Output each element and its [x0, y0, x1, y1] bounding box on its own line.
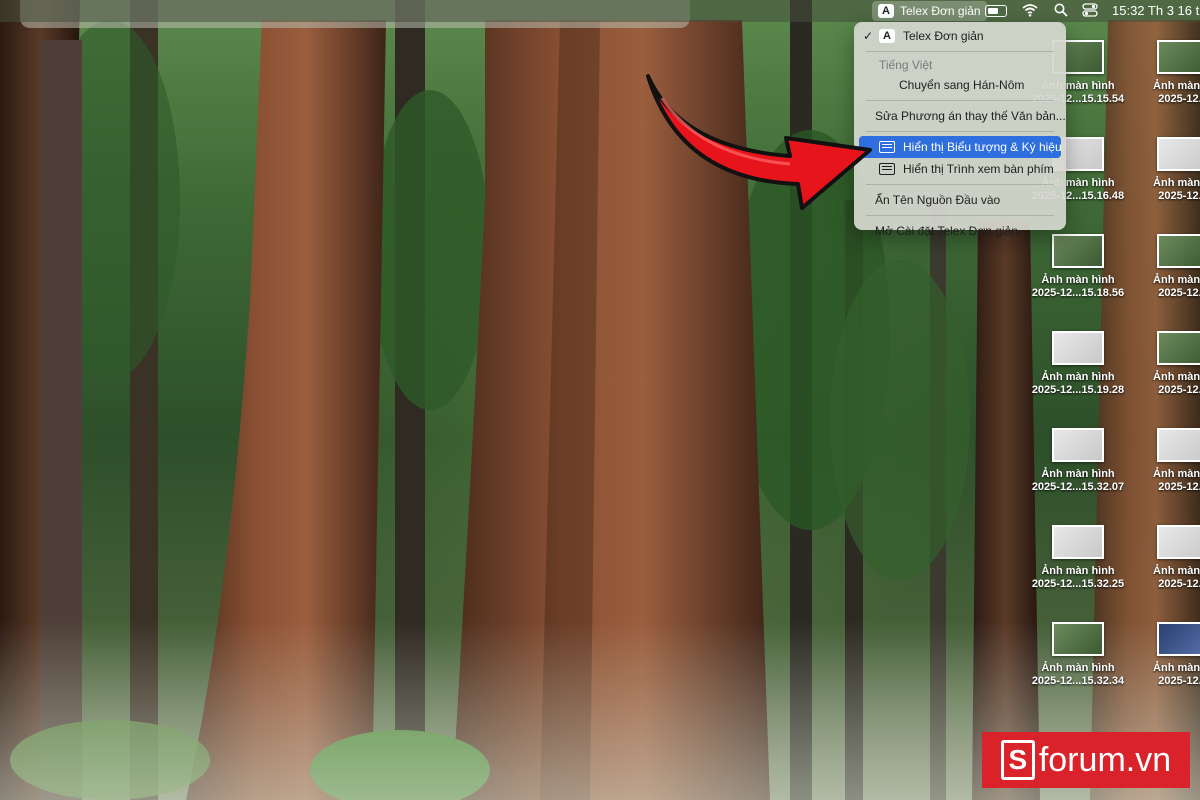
- file-name-line1: Ảnh màn hình: [1041, 565, 1115, 577]
- checkmark-icon: ✓: [863, 29, 874, 43]
- file-name-line2: 2025-12...: [1158, 190, 1200, 202]
- file-name-line1: Ảnh màn hì: [1153, 371, 1200, 383]
- menu-item-label: Hiển thị Biểu tượng & Ký hiệu: [903, 140, 1062, 154]
- file-thumbnail: [1052, 525, 1104, 559]
- keyboard-icon: [879, 162, 895, 175]
- menu-separator: [866, 51, 1054, 52]
- file-thumbnail: [1157, 525, 1200, 559]
- desktop-file-screenshot[interactable]: Ảnh màn hình 2025-12...15.19.28: [1023, 331, 1133, 397]
- annotation-arrow: [646, 74, 872, 210]
- file-thumbnail: [1052, 622, 1104, 656]
- file-thumbnail: [1052, 428, 1104, 462]
- file-name-line2: 2025-12...: [1158, 675, 1200, 687]
- file-name-line1: Ảnh màn hình: [1041, 274, 1115, 286]
- desktop-file-screenshot[interactable]: Ảnh màn hì 2025-12...: [1128, 525, 1200, 591]
- menubar-clock[interactable]: 15:32 Th 3 16 th: [1112, 3, 1200, 18]
- battery-icon[interactable]: [985, 5, 1007, 17]
- file-name-line2: 2025-12...: [1158, 384, 1200, 396]
- file-thumbnail: [1157, 622, 1200, 656]
- file-name-line2: 2025-12...15.32.07: [1031, 481, 1125, 493]
- file-thumbnail: [1157, 331, 1200, 365]
- input-source-dropdown-menu: ✓ A Telex Đơn giản Tiếng Việt Chuyển sang…: [854, 22, 1066, 238]
- desktop-file-screenshot[interactable]: Ảnh màn hình 2025-12...15.18.56: [1023, 234, 1133, 300]
- desktop-file-screenshot[interactable]: Ảnh màn hì 2025-12...: [1128, 622, 1200, 688]
- file-thumbnail: [1157, 428, 1200, 462]
- file-name-line2: 2025-12...15.19.28: [1031, 384, 1125, 396]
- file-name-line1: Ảnh màn hình: [1041, 662, 1115, 674]
- file-name-line2: 2025-12...: [1158, 481, 1200, 493]
- menu-bar: A Telex Đơn giản 15:32 Th 3 16 th: [0, 0, 1200, 22]
- menu-separator: [866, 184, 1054, 185]
- desktop-file-screenshot[interactable]: Ảnh màn hì 2025-12...: [1128, 137, 1200, 203]
- desktop-file-screenshot[interactable]: Ảnh màn hì 2025-12...: [1128, 428, 1200, 494]
- desktop-file-screenshot[interactable]: Ảnh màn hì 2025-12...: [1128, 40, 1200, 106]
- file-name-line2: 2025-12...15.32.34: [1031, 675, 1125, 687]
- menu-item-label: Telex Đơn giản: [903, 29, 984, 43]
- menu-item-label: Hiển thị Trình xem bàn phím: [903, 162, 1054, 176]
- menu-item-open-settings[interactable]: Mở Cài đặt Telex Đơn giản...: [859, 220, 1061, 242]
- input-source-badge: A: [878, 4, 894, 18]
- menu-section-header: Tiếng Việt: [879, 58, 933, 72]
- emoji-viewer-icon: [879, 140, 895, 153]
- file-name-line1: Ảnh màn hì: [1153, 468, 1200, 480]
- file-name-line1: Ảnh màn hì: [1153, 274, 1200, 286]
- menu-item-edit-text-substitutions[interactable]: Sửa Phương án thay thế Văn bản...: [859, 105, 1066, 127]
- file-name-line1: Ảnh màn hì: [1153, 80, 1200, 92]
- desktop-file-screenshot[interactable]: Ảnh màn hình 2025-12...15.32.07: [1023, 428, 1133, 494]
- file-name-line1: Ảnh màn hì: [1153, 177, 1200, 189]
- input-source-menu-extra[interactable]: A Telex Đơn giản: [872, 1, 987, 21]
- menu-item-hide-input-source-name[interactable]: Ẩn Tên Nguồn Đầu vào: [859, 189, 1061, 211]
- file-name-line2: 2025-12...: [1158, 287, 1200, 299]
- input-source-badge: A: [879, 28, 895, 43]
- file-name-line1: Ảnh màn hình: [1041, 468, 1115, 480]
- file-name-line1: Ảnh màn hì: [1153, 662, 1200, 674]
- desktop-file-screenshot[interactable]: Ảnh màn hình 2025-12...15.32.25: [1023, 525, 1133, 591]
- menu-separator: [866, 215, 1054, 216]
- file-thumbnail: [1052, 331, 1104, 365]
- file-name-line2: 2025-12...15.18.56: [1031, 287, 1125, 299]
- desktop-file-screenshot[interactable]: Ảnh màn hì 2025-12...: [1128, 234, 1200, 300]
- file-name-line2: 2025-12...: [1158, 578, 1200, 590]
- file-thumbnail: [1157, 234, 1200, 268]
- desktop-file-screenshot[interactable]: Ảnh màn hì 2025-12...: [1128, 331, 1200, 397]
- control-center-icon[interactable]: [1082, 3, 1098, 17]
- file-thumbnail: [1157, 40, 1200, 74]
- wifi-icon[interactable]: [1022, 3, 1038, 17]
- menu-separator: [866, 131, 1054, 132]
- file-name-line2: 2025-12...15.32.25: [1031, 578, 1125, 590]
- desktop-file-screenshot[interactable]: Ảnh màn hình 2025-12...15.32.34: [1023, 622, 1133, 688]
- menu-item-convert-han-nom[interactable]: Chuyển sang Hán-Nôm: [859, 74, 1061, 96]
- watermark-logo-letter: S: [1000, 740, 1035, 780]
- file-thumbnail: [1157, 137, 1200, 171]
- search-icon[interactable]: [1054, 3, 1068, 17]
- menu-item-show-keyboard-viewer[interactable]: Hiển thị Trình xem bàn phím: [859, 158, 1061, 180]
- menu-item-telex-simple[interactable]: ✓ A Telex Đơn giản: [859, 25, 1061, 47]
- input-source-label: Telex Đơn giản: [900, 4, 981, 18]
- file-name-line2: 2025-12...: [1158, 93, 1200, 105]
- file-name-line1: Ảnh màn hình: [1041, 371, 1115, 383]
- watermark-text: forum.vn: [1038, 740, 1172, 779]
- menu-separator: [866, 100, 1054, 101]
- menu-item-show-emoji-symbols[interactable]: Hiển thị Biểu tượng & Ký hiệu: [859, 136, 1062, 158]
- sforum-watermark-logo: S forum.vn: [982, 732, 1190, 788]
- file-name-line1: Ảnh màn hì: [1153, 565, 1200, 577]
